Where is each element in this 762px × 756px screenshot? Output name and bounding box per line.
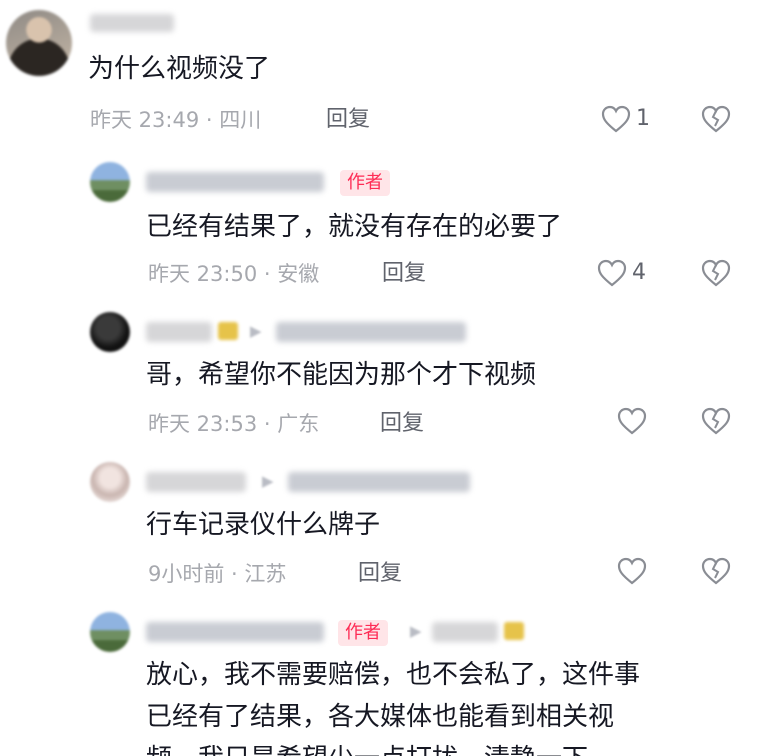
comment-text: 哥，希望你不能因为那个才下视频 — [146, 360, 537, 390]
dislike-button[interactable] — [700, 104, 732, 138]
broken-heart-icon — [701, 407, 731, 435]
like-count: 4 — [632, 260, 646, 285]
comment-meta: 昨天 23:49 · 四川 — [90, 108, 262, 132]
like-count: 1 — [636, 106, 650, 131]
author-badge: 作者 — [340, 170, 390, 196]
reply-item: 作者 ▶ 放心，我不需要赔偿，也不会私了，这件事 已经有了结果，各大媒体也能看到… — [0, 600, 762, 756]
avatar[interactable] — [90, 612, 130, 652]
like-button[interactable]: 1 — [600, 104, 650, 134]
heart-outline-icon — [617, 557, 647, 585]
crown-icon — [218, 322, 238, 340]
author-badge: 作者 — [338, 620, 388, 646]
reply-to-username-blurred[interactable] — [432, 622, 498, 642]
comment-text-line: 放心，我不需要赔偿，也不会私了，这件事 — [146, 660, 641, 690]
reply-item: ▶ 行车记录仪什么牌子 9小时前 · 江苏 回复 — [0, 450, 762, 600]
crown-icon — [504, 622, 524, 640]
username-blurred[interactable] — [146, 472, 246, 492]
like-button[interactable] — [616, 556, 648, 586]
comment-text: 已经有结果了，就没有存在的必要了 — [146, 212, 563, 242]
avatar[interactable] — [90, 162, 130, 202]
like-button[interactable]: 4 — [596, 258, 646, 288]
broken-heart-icon — [701, 557, 731, 585]
comment-text: 为什么视频没了 — [88, 54, 271, 84]
reply-button[interactable]: 回复 — [326, 106, 370, 134]
dislike-button[interactable] — [700, 556, 732, 590]
reply-to-username-blurred[interactable] — [276, 322, 466, 342]
dislike-button[interactable] — [700, 258, 732, 292]
heart-outline-icon — [617, 407, 647, 435]
reply-to-username-blurred[interactable] — [288, 472, 470, 492]
reply-button[interactable]: 回复 — [358, 560, 402, 588]
comment-meta: 9小时前 · 江苏 — [148, 562, 287, 586]
comment-text-line: 已经有了结果，各大媒体也能看到相关视 — [146, 702, 615, 732]
broken-heart-icon — [701, 105, 731, 133]
like-button[interactable] — [616, 406, 648, 436]
username-blurred[interactable] — [146, 622, 324, 642]
reply-item: 作者 已经有结果了，就没有存在的必要了 昨天 23:50 · 安徽 回复 4 — [0, 150, 762, 300]
reply-item: ▶ 哥，希望你不能因为那个才下视频 昨天 23:53 · 广东 回复 — [0, 300, 762, 450]
username-blurred[interactable] — [146, 322, 212, 342]
username-blurred[interactable] — [90, 14, 174, 32]
comment-meta: 昨天 23:53 · 广东 — [148, 412, 320, 436]
comment-item: 为什么视频没了 昨天 23:49 · 四川 回复 1 — [0, 0, 762, 150]
username-blurred[interactable] — [146, 172, 324, 192]
triangle-right-icon: ▶ — [250, 322, 262, 340]
avatar[interactable] — [90, 312, 130, 352]
triangle-right-icon: ▶ — [410, 622, 422, 640]
dislike-button[interactable] — [700, 406, 732, 440]
comment-meta: 昨天 23:50 · 安徽 — [148, 262, 320, 286]
avatar[interactable] — [6, 10, 72, 76]
heart-outline-icon — [601, 105, 631, 133]
avatar[interactable] — [90, 462, 130, 502]
heart-outline-icon — [597, 259, 627, 287]
reply-button[interactable]: 回复 — [382, 260, 426, 288]
reply-button[interactable]: 回复 — [380, 410, 424, 438]
broken-heart-icon — [701, 259, 731, 287]
triangle-right-icon: ▶ — [262, 472, 274, 490]
comment-text-line: 频，我只是希望少一点打扰，清静一下 — [146, 740, 588, 756]
comment-text: 行车记录仪什么牌子 — [146, 510, 381, 540]
